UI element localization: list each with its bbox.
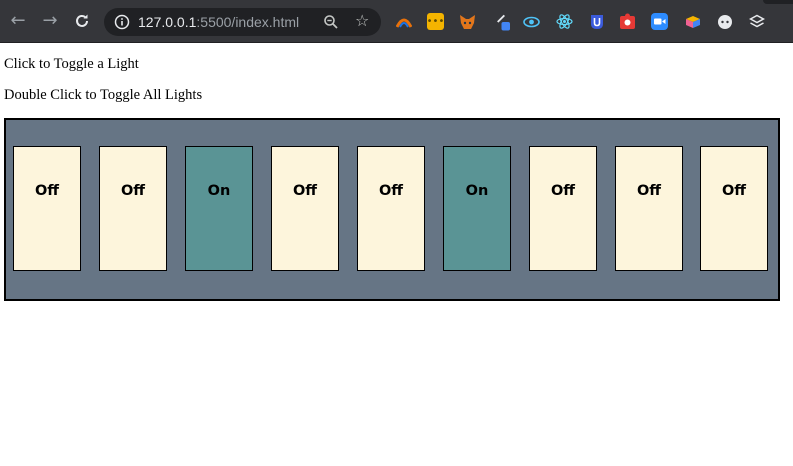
light-state-label: On: [465, 183, 489, 199]
light-state-label: Off: [34, 183, 60, 199]
url-text[interactable]: 127.0.0.1:5500/index.html: [138, 14, 299, 30]
light-switch[interactable]: Off: [271, 146, 339, 271]
light-state-label: Off: [292, 183, 318, 199]
cube-extension-icon[interactable]: [684, 13, 701, 30]
light-state-label: Off: [120, 183, 146, 199]
zoom-extension-icon[interactable]: [651, 13, 668, 30]
address-bar[interactable]: 127.0.0.1:5500/index.html ☆: [104, 8, 381, 36]
back-button[interactable]: ←: [7, 10, 29, 32]
colorful-extension-icon[interactable]: [395, 13, 412, 30]
tab-strip-edge: [763, 0, 793, 4]
info-icon[interactable]: [114, 14, 130, 30]
url-host: 127.0.0.1: [138, 14, 197, 30]
light-switch[interactable]: On: [185, 146, 253, 271]
lights-panel[interactable]: Off Off On Off Off On Off Off Off: [4, 118, 780, 301]
bookmark-star-icon[interactable]: ☆: [355, 11, 369, 31]
eye-extension-icon[interactable]: [523, 13, 540, 30]
light-switch[interactable]: Off: [615, 146, 683, 271]
light-switch[interactable]: Off: [99, 146, 167, 271]
reload-icon: [76, 14, 88, 27]
layers-extension-icon[interactable]: [748, 13, 765, 30]
reload-button[interactable]: [71, 10, 93, 32]
toggle-all-instruction: Double Click to Toggle All Lights: [4, 87, 203, 103]
light-state-label: Off: [550, 183, 576, 199]
eyedropper-extension-icon[interactable]: [493, 13, 510, 30]
light-state-label: Off: [378, 183, 404, 199]
light-state-label: On: [207, 183, 231, 199]
react-devtools-icon[interactable]: [556, 13, 573, 30]
u-shield-extension-icon[interactable]: [588, 13, 605, 30]
metamask-fox-icon[interactable]: [459, 13, 476, 30]
url-path: :5500/index.html: [196, 14, 300, 30]
light-switch[interactable]: Off: [700, 146, 768, 271]
light-state-label: Off: [636, 183, 662, 199]
light-switch[interactable]: Off: [13, 146, 81, 271]
light-state-label: Off: [721, 183, 747, 199]
red-puzzle-extension-icon[interactable]: [619, 13, 636, 30]
browser-toolbar: ← → 127.0.0.1:5500/index.html ☆ •••: [0, 0, 793, 43]
arrow-right-icon: →: [42, 10, 58, 31]
light-switch[interactable]: On: [443, 146, 511, 271]
arrow-left-icon: ←: [10, 10, 26, 31]
light-switch[interactable]: Off: [357, 146, 425, 271]
circle-extension-icon[interactable]: [716, 13, 733, 30]
light-switch[interactable]: Off: [529, 146, 597, 271]
zoom-icon[interactable]: [323, 14, 339, 30]
forward-button[interactable]: →: [39, 10, 61, 32]
toggle-one-instruction: Click to Toggle a Light: [4, 56, 139, 72]
yellow-dots-extension-icon[interactable]: •••: [427, 13, 444, 30]
